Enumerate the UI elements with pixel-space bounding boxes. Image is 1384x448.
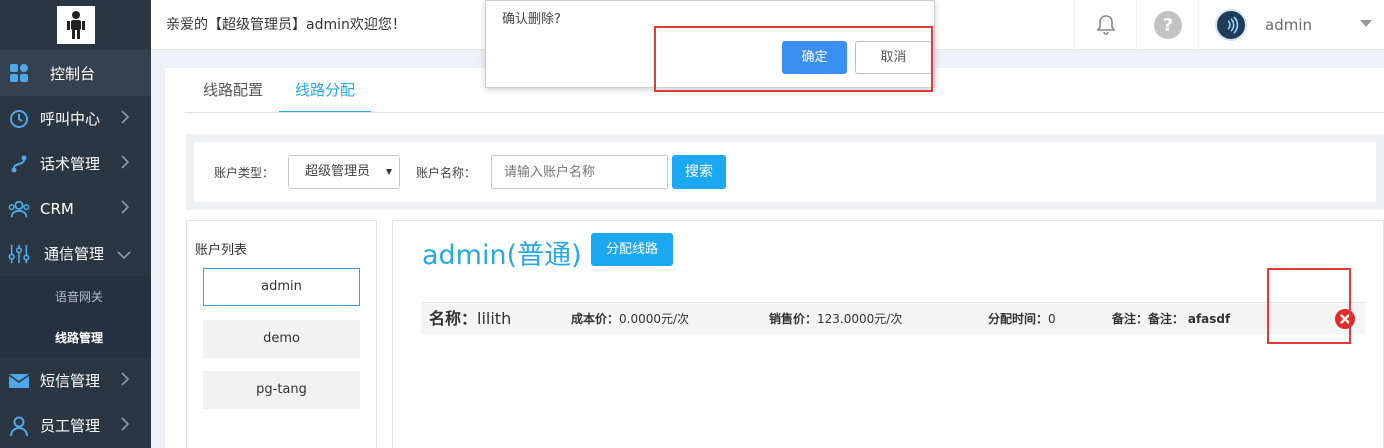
chevron-right-icon [121,109,130,128]
name-label: 名称： [429,309,478,328]
sidebar-item-staff[interactable]: 员工管理 [0,403,151,448]
sidebar: 控制台 呼叫中心 话术管理 CRM 通信管理 语音网关 线路管理 短信管理 员工… [0,0,151,448]
sidebar-item-label: 话术管理 [40,155,101,173]
search-button[interactable]: 搜索 [672,155,726,189]
tab-bar: 线路配置 线路分配 [187,68,372,113]
chevron-down-icon [117,245,131,263]
account-item-pg-tang[interactable]: pg-tang [203,371,360,409]
chevron-right-icon [121,199,130,218]
account-item-admin[interactable]: admin [203,268,360,306]
time-label: 分配时间： [988,312,1049,326]
username: admin [1265,16,1312,34]
line-detail-panel: admin(普通) 分配线路 名称：lilith 成本价：0.0000元/次 销… [392,220,1384,448]
chevron-right-icon [121,416,130,435]
assign-time: 分配时间：0 [988,303,1056,335]
sound-wave-icon [1227,16,1239,34]
logo [56,6,95,44]
account-list-title: 账户列表 [195,243,248,258]
sidebar-item-label: 短信管理 [40,372,101,390]
users-icon [8,198,30,220]
tab-line-config[interactable]: 线路配置 [187,68,279,113]
dialog-message: 确认删除? [502,12,561,27]
sidebar-item-label: CRM [40,199,74,218]
flow-icon [8,153,30,175]
caret-down-icon [1360,20,1372,27]
name-value: lilith [477,309,512,328]
clock-icon [8,108,30,130]
sidebar-item-script[interactable]: 话术管理 [0,141,151,186]
mail-icon [8,370,30,392]
user-menu[interactable]: admin [1198,0,1384,50]
filter-inner: 账户类型： 超级管理员 账户名称： 搜索 [194,142,1376,202]
question-icon: ? [1153,11,1182,39]
sidebar-item-label: 通信管理 [44,245,105,263]
select-arrow-icon [386,169,392,175]
account-item-demo[interactable]: demo [203,320,360,358]
sidebar-item-label: 控制台 [50,64,96,83]
confirm-ok-button[interactable]: 确定 [782,41,847,74]
tabs-divider [185,112,1384,113]
sidebar-item-call-center[interactable]: 呼叫中心 [0,96,151,141]
sale-label: 销售价： [769,312,818,326]
sliders-icon [8,243,30,265]
chevron-right-icon [121,154,130,173]
chevron-right-icon [121,371,130,390]
account-name-label: 账户名称： [416,166,477,180]
remark: 备注：备注： afasdf [1112,303,1230,335]
topbar-actions: ? admin [1074,0,1384,50]
account-title: admin(普通) [422,240,582,271]
user-icon [8,415,30,437]
sidebar-item-telecom[interactable]: 通信管理 [0,231,151,276]
delete-line-button[interactable] [1335,309,1355,329]
sale-value: 123.0000元/次 [817,312,903,326]
account-list-panel: 账户列表 admin demo pg-tang [186,220,377,448]
logo-area [0,0,151,50]
account-name-input[interactable] [491,155,668,189]
account-type-select[interactable]: 超级管理员 [288,155,400,189]
bell-icon [1096,15,1115,35]
remark-value: afasdf [1187,312,1231,326]
cost-value: 0.0000元/次 [619,312,690,326]
notifications-button[interactable] [1074,0,1136,50]
cost-label: 成本价： [571,312,620,326]
cost-price: 成本价：0.0000元/次 [571,303,689,335]
dashboard-icon [8,62,30,84]
assign-line-button[interactable]: 分配线路 [591,233,673,266]
main-panel: 线路配置 线路分配 账户类型： 超级管理员 账户名称： 搜索 账户列表 admi… [165,68,1384,448]
welcome-text: 亲爱的【超级管理员】admin欢迎您！ [166,17,406,33]
line-row: 名称：lilith 成本价：0.0000元/次 销售价：123.0000元/次 … [421,302,1365,334]
help-button[interactable]: ? [1136,0,1198,50]
remark-label: 备注：备注： [1112,312,1185,326]
account-type-label: 账户类型： [214,166,275,180]
sidebar-subitem-line-management[interactable]: 线路管理 [0,317,151,358]
confirm-cancel-button[interactable]: 取消 [855,41,932,74]
sidebar-item-crm[interactable]: CRM [0,186,151,231]
sale-price: 销售价：123.0000元/次 [769,303,902,335]
filter-bar: 账户类型： 超级管理员 账户名称： 搜索 [186,134,1384,210]
sidebar-subitem-voice-gateway[interactable]: 语音网关 [0,276,151,317]
sidebar-item-sms[interactable]: 短信管理 [0,358,151,403]
confirm-dialog: 确认删除? 确定 取消 [485,0,935,88]
avatar [1215,9,1247,41]
sidebar-item-label: 呼叫中心 [40,110,101,128]
line-name: 名称：lilith [429,303,511,335]
sidebar-item-label: 员工管理 [40,417,101,435]
tab-line-assign[interactable]: 线路分配 [279,68,372,113]
account-type-value: 超级管理员 [305,164,371,179]
svg-text:?: ? [1162,15,1172,36]
telecom-submenu: 语音网关 线路管理 [0,276,151,358]
close-icon [1340,314,1350,324]
robot-logo-icon [66,11,85,39]
time-value: 0 [1048,312,1056,326]
sidebar-item-dashboard[interactable]: 控制台 [0,50,151,96]
